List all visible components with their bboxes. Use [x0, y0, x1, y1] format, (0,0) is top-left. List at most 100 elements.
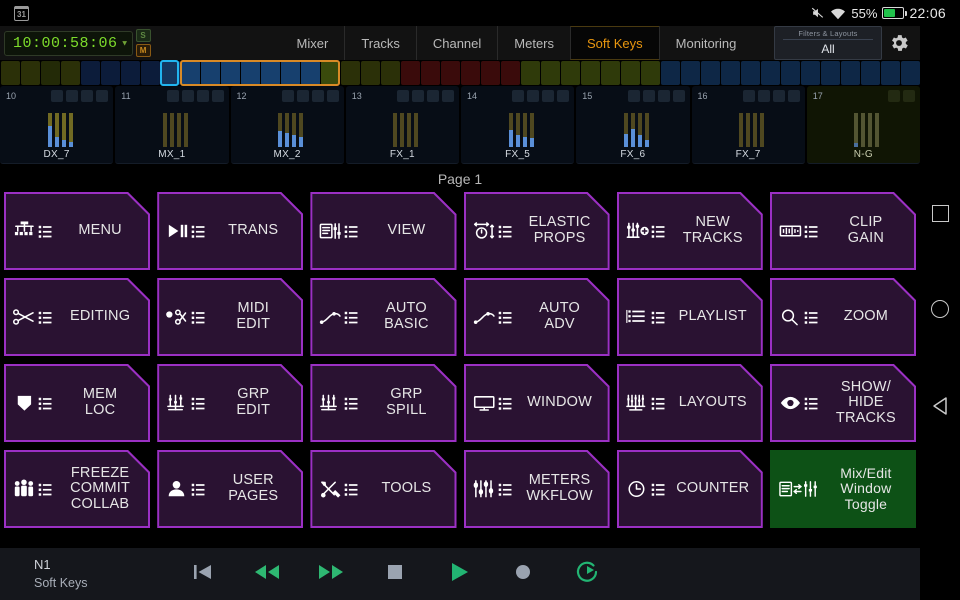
loop-button[interactable] [574, 561, 600, 587]
soft-key-playlist[interactable]: PLAYLIST [617, 278, 763, 356]
track-strip[interactable]: 11MX_1 [115, 86, 228, 164]
track-toggle-button[interactable] [658, 90, 670, 102]
solo-button[interactable]: S [136, 29, 151, 42]
mini-track-18[interactable] [361, 61, 380, 85]
mini-track-19[interactable] [381, 61, 400, 85]
circle-icon[interactable] [931, 300, 949, 318]
mini-track-11[interactable] [221, 61, 240, 85]
soft-key-grp-edit[interactable]: GRPEDIT [157, 364, 303, 442]
track-strip[interactable]: 15FX_6 [576, 86, 689, 164]
soft-key-show-hide-tracks[interactable]: SHOW/HIDETRACKS [770, 364, 916, 442]
mini-track-14[interactable] [281, 61, 300, 85]
soft-key-zoom[interactable]: ZOOM [770, 278, 916, 356]
track-toggle-button[interactable] [557, 90, 569, 102]
track-toggle-button[interactable] [66, 90, 78, 102]
mini-track-32[interactable] [641, 61, 660, 85]
mini-track-25[interactable] [501, 61, 520, 85]
track-toggle-button[interactable] [542, 90, 554, 102]
soft-key-grp-spill[interactable]: GRPSPILL [310, 364, 456, 442]
mini-track-17[interactable] [341, 61, 360, 85]
soft-key-view[interactable]: VIEW [310, 192, 456, 270]
mini-track-22[interactable] [441, 61, 460, 85]
mini-track-5[interactable] [101, 61, 120, 85]
mini-track-41[interactable] [821, 61, 840, 85]
stop-button[interactable] [382, 561, 408, 587]
track-toggle-button[interactable] [282, 90, 294, 102]
rewind-button[interactable] [254, 561, 280, 587]
mini-track-16[interactable] [321, 61, 340, 85]
track-toggle-button[interactable] [81, 90, 93, 102]
mini-track-6[interactable] [121, 61, 140, 85]
mini-track-21[interactable] [421, 61, 440, 85]
track-strip[interactable]: 12MX_2 [231, 86, 344, 164]
filters-and-layouts-selector[interactable]: Filters & Layouts All [774, 26, 882, 60]
track-toggle-button[interactable] [773, 90, 785, 102]
mini-track-7[interactable] [141, 61, 160, 85]
track-toggle-button[interactable] [412, 90, 424, 102]
mini-track-38[interactable] [761, 61, 780, 85]
soft-key-counter[interactable]: COUNTER [617, 450, 763, 528]
track-toggle-button[interactable] [903, 90, 915, 102]
track-strip[interactable]: 16FX_7 [692, 86, 805, 164]
soft-key-freeze-commit-collab[interactable]: FREEZECOMMITCOLLAB [4, 450, 150, 528]
soft-key-auto-adv[interactable]: AUTOADV [464, 278, 610, 356]
track-toggle-button[interactable] [397, 90, 409, 102]
soft-key-clip-gain[interactable]: CLIPGAIN [770, 192, 916, 270]
triangle-back-icon[interactable] [931, 396, 949, 421]
track-strip[interactable]: 17N-G [807, 86, 920, 164]
track-toggle-button[interactable] [197, 90, 209, 102]
square-icon[interactable] [932, 205, 949, 222]
tab-tracks[interactable]: Tracks [344, 26, 416, 60]
mini-track-44[interactable] [881, 61, 900, 85]
track-toggle-button[interactable] [167, 90, 179, 102]
mini-track-13[interactable] [261, 61, 280, 85]
mini-track-4[interactable] [81, 61, 100, 85]
mini-track-24[interactable] [481, 61, 500, 85]
soft-key-new-tracks[interactable]: NEWTRACKS [617, 192, 763, 270]
track-toggle-button[interactable] [527, 90, 539, 102]
soft-key-menu[interactable]: MENU [4, 192, 150, 270]
track-toggle-button[interactable] [788, 90, 800, 102]
mini-track-28[interactable] [561, 61, 580, 85]
track-toggle-button[interactable] [643, 90, 655, 102]
mini-track-29[interactable] [581, 61, 600, 85]
soft-key-meters-wkflow[interactable]: METERSWKFLOW [464, 450, 610, 528]
mini-track-35[interactable] [701, 61, 720, 85]
soft-key-trans[interactable]: TRANS [157, 192, 303, 270]
mini-track-31[interactable] [621, 61, 640, 85]
track-toggle-button[interactable] [212, 90, 224, 102]
mini-track-34[interactable] [681, 61, 700, 85]
track-toggle-button[interactable] [628, 90, 640, 102]
track-toggle-button[interactable] [888, 90, 900, 102]
tab-meters[interactable]: Meters [497, 26, 570, 60]
track-toggle-button[interactable] [758, 90, 770, 102]
mini-track-39[interactable] [781, 61, 800, 85]
mini-track-3[interactable] [61, 61, 80, 85]
tab-mixer[interactable]: Mixer [281, 26, 345, 60]
mini-track-40[interactable] [801, 61, 820, 85]
track-toggle-button[interactable] [312, 90, 324, 102]
mini-track-42[interactable] [841, 61, 860, 85]
mini-track-2[interactable] [41, 61, 60, 85]
mini-track-10[interactable] [201, 61, 220, 85]
fast-forward-button[interactable] [318, 561, 344, 587]
track-toggle-button[interactable] [297, 90, 309, 102]
mini-track-36[interactable] [721, 61, 740, 85]
mini-track-33[interactable] [661, 61, 680, 85]
track-toggle-button[interactable] [427, 90, 439, 102]
mini-track-15[interactable] [301, 61, 320, 85]
return-to-start-button[interactable] [190, 561, 216, 587]
mini-track-0[interactable] [1, 61, 20, 85]
soft-key-layouts[interactable]: LAYOUTS [617, 364, 763, 442]
track-toggle-button[interactable] [512, 90, 524, 102]
tab-soft-keys[interactable]: Soft Keys [570, 26, 659, 60]
track-toggle-button[interactable] [51, 90, 63, 102]
mini-track-color-strip[interactable] [0, 60, 920, 86]
track-toggle-button[interactable] [673, 90, 685, 102]
track-toggle-button[interactable] [182, 90, 194, 102]
soft-key-midi-edit[interactable]: MIDIEDIT [157, 278, 303, 356]
tab-channel[interactable]: Channel [416, 26, 497, 60]
mute-button[interactable]: M [136, 44, 151, 57]
mini-track-8[interactable] [161, 61, 180, 85]
mini-track-45[interactable] [901, 61, 920, 85]
